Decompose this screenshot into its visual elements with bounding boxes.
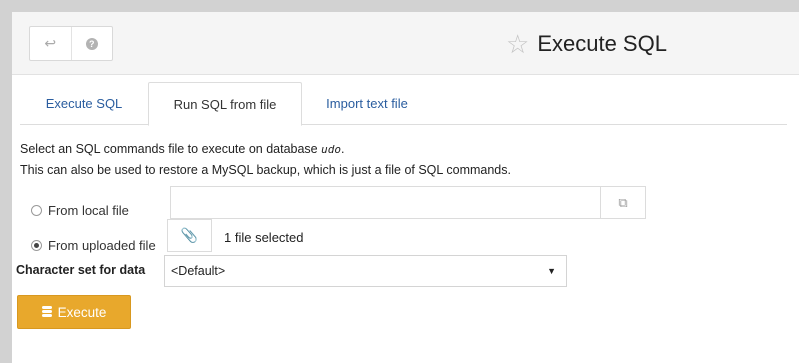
file-selected-status: 1 file selected	[224, 230, 304, 245]
copy-icon: ⧉	[618, 194, 628, 210]
from-uploaded-file-option[interactable]: From uploaded file	[31, 238, 156, 253]
execute-button[interactable]: Execute	[17, 295, 131, 329]
from-local-file-label: From local file	[48, 203, 129, 218]
execute-button-label: Execute	[57, 304, 107, 320]
chevron-down-icon: ▼	[547, 266, 556, 276]
page-header: ↩ ? ☆ Execute SQL	[12, 12, 799, 75]
page-title: Execute SQL	[537, 30, 667, 56]
description-period: .	[341, 142, 345, 156]
description-text: Select an SQL commands file to execute o…	[20, 142, 318, 156]
database-icon	[41, 306, 52, 318]
charset-select[interactable]: <Default> ▼	[164, 255, 567, 287]
tab-import-text-file[interactable]: Import text file	[302, 82, 432, 125]
from-local-file-radio[interactable]	[31, 205, 42, 216]
from-uploaded-file-label: From uploaded file	[48, 238, 156, 253]
from-local-file-option[interactable]: From local file	[31, 203, 129, 218]
help-button[interactable]: ?	[70, 27, 113, 60]
attach-file-button[interactable]: 📎	[167, 219, 212, 252]
charset-label: Character set for data	[16, 263, 146, 277]
local-file-path-input[interactable]	[170, 186, 601, 219]
star-outline-icon[interactable]: ☆	[506, 31, 529, 57]
database-name: udo	[321, 143, 341, 156]
description-line-1: Select an SQL commands file to execute o…	[20, 142, 344, 156]
header-button-group: ↩ ?	[29, 26, 113, 61]
description-line-2: This can also be used to restore a MySQL…	[20, 163, 511, 177]
back-arrow-icon: ↩	[44, 35, 57, 51]
tab-bar: Execute SQL Run SQL from file Import tex…	[20, 82, 787, 126]
tab-execute-sql[interactable]: Execute SQL	[20, 82, 148, 125]
from-uploaded-file-radio[interactable]	[31, 240, 42, 251]
back-button[interactable]: ↩	[30, 27, 71, 60]
tab-run-sql-from-file[interactable]: Run SQL from file	[148, 82, 302, 126]
charset-selected-value: <Default>	[171, 264, 226, 278]
browse-button[interactable]: ⧉	[600, 186, 646, 219]
help-icon: ?	[85, 37, 98, 50]
page-title-wrap: ☆ Execute SQL	[506, 25, 667, 62]
paperclip-icon: 📎	[180, 227, 199, 243]
